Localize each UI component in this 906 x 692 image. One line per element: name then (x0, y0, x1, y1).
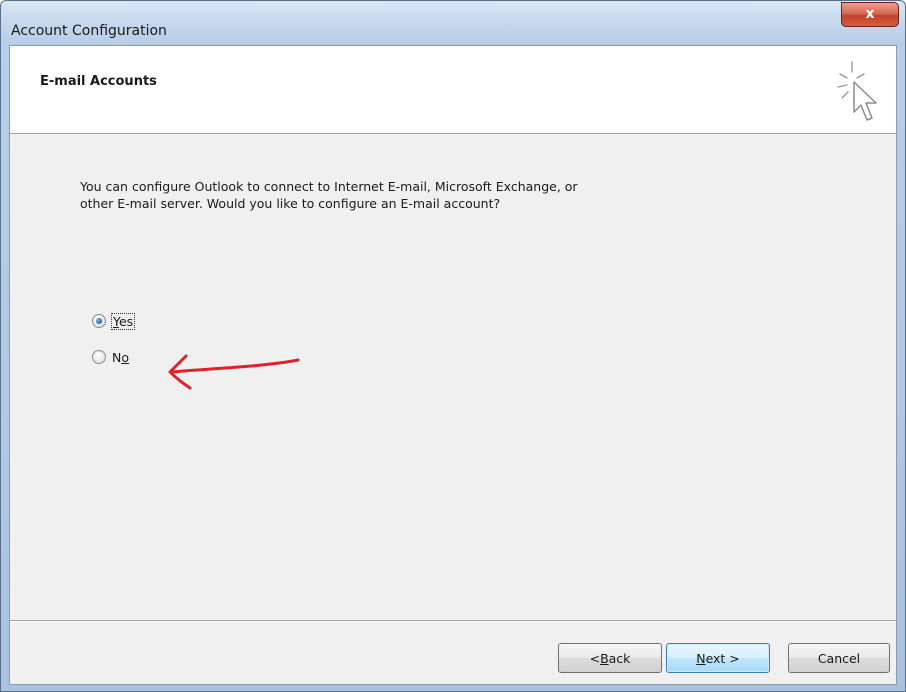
window-title: Account Configuration (11, 23, 167, 39)
radio-yes-button[interactable] (92, 314, 106, 328)
back-button[interactable]: < Back (558, 643, 662, 673)
radio-no-label[interactable]: No (112, 350, 129, 365)
red-arrow-annotation (168, 354, 300, 390)
radio-yes-option[interactable]: Yes (92, 312, 136, 330)
close-icon: x (865, 6, 875, 22)
back-button-label: ack (608, 650, 631, 666)
next-button-label: ext > (705, 650, 740, 666)
cancel-button[interactable]: Cancel (788, 643, 890, 673)
cancel-button-label: Cancel (817, 650, 861, 666)
back-button-accel: B (600, 650, 609, 666)
description-text: You can configure Outlook to connect to … (80, 178, 720, 212)
description-line-1: You can configure Outlook to connect to … (80, 179, 578, 194)
radio-yes-text: es (118, 313, 134, 329)
radio-no-option[interactable]: No (92, 348, 129, 366)
next-button[interactable]: Next > (666, 643, 770, 673)
radio-yes-label[interactable]: Yes (110, 312, 136, 330)
wizard-cursor-icon (837, 61, 877, 121)
wizard-header: E-mail Accounts (10, 46, 896, 134)
next-button-accel: N (696, 650, 706, 666)
back-button-prefix: < (589, 650, 601, 666)
description-line-2: other E-mail server. Would you like to c… (80, 196, 501, 211)
footer-separator (10, 620, 896, 622)
account-configuration-window: Account Configuration x E-mail Accounts … (0, 0, 906, 692)
dialog-client-area: E-mail Accounts You can configure Outloo… (9, 45, 897, 685)
radio-no-button[interactable] (92, 350, 106, 364)
radio-no-accel: o (121, 349, 130, 365)
title-bar[interactable]: Account Configuration x (1, 1, 905, 45)
close-button[interactable]: x (841, 2, 899, 27)
radio-no-text: N (112, 349, 122, 365)
page-title: E-mail Accounts (40, 74, 157, 89)
